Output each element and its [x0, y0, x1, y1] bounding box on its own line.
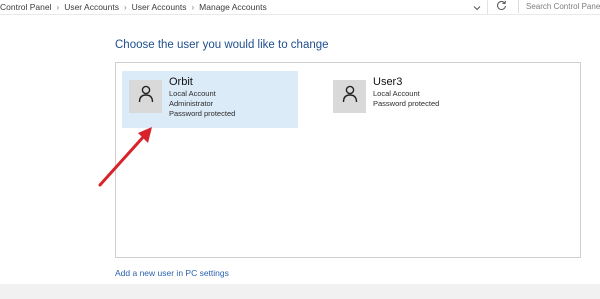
page-title: Choose the user you would like to change	[115, 39, 329, 51]
account-tile-user3[interactable]: User3 Local Account Password protected	[332, 71, 508, 128]
address-divider	[487, 0, 488, 14]
search-input[interactable]: Search Control Panel	[518, 0, 600, 13]
refresh-button[interactable]	[494, 0, 508, 14]
account-info: User3 Local Account Password protected	[373, 76, 439, 109]
account-type: Local Account	[169, 89, 216, 98]
refresh-icon	[496, 0, 507, 16]
user-icon	[138, 85, 154, 108]
add-user-link[interactable]: Add a new user in PC settings	[115, 268, 229, 278]
account-info: Orbit Local Account Administrator Passwo…	[169, 76, 235, 119]
avatar	[129, 80, 162, 113]
breadcrumb-control-panel[interactable]: Control Panel	[0, 2, 52, 12]
chevron-right-icon: ›	[56, 2, 60, 12]
account-password-status: Password protected	[373, 99, 440, 108]
bottom-strip	[0, 284, 600, 299]
breadcrumb-user-accounts[interactable]: User Accounts	[64, 2, 119, 12]
account-type: Local Account	[373, 89, 420, 98]
breadcrumb: Control Panel › User Accounts › User Acc…	[0, 1, 267, 13]
address-bar: Control Panel › User Accounts › User Acc…	[0, 0, 600, 15]
breadcrumb-manage-accounts[interactable]: Manage Accounts	[199, 2, 267, 12]
breadcrumb-user-accounts-sub[interactable]: User Accounts	[132, 2, 187, 12]
avatar	[333, 80, 366, 113]
chevron-right-icon: ›	[124, 2, 127, 12]
account-password-status: Password protected	[169, 109, 236, 118]
user-icon	[342, 85, 358, 108]
account-name: Orbit	[169, 76, 193, 88]
account-name: User3	[373, 76, 403, 88]
address-dropdown-button[interactable]	[470, 1, 484, 13]
chevron-right-icon: ›	[191, 2, 195, 12]
account-tile-orbit[interactable]: Orbit Local Account Administrator Passwo…	[122, 71, 298, 128]
chevron-down-icon	[473, 0, 481, 16]
accounts-panel: Orbit Local Account Administrator Passwo…	[115, 62, 581, 258]
account-role: Administrator	[169, 99, 214, 108]
